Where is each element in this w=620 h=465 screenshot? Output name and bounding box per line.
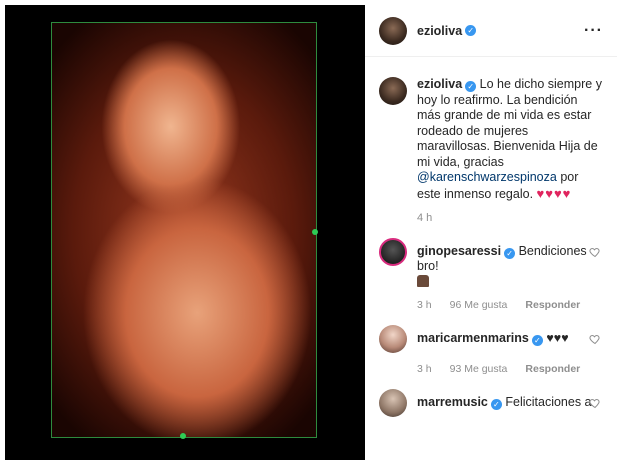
reply-button[interactable]: Responder [525, 363, 580, 375]
comment-body: ginopesaressi ✓ Bendiciones bro! [417, 238, 597, 289]
post-time[interactable]: 4 h [417, 212, 603, 224]
comment: maricarmenmarins ✓ ♥♥♥ [379, 325, 603, 353]
verified-icon: ✓ [490, 399, 502, 410]
reply-button[interactable]: Responder [525, 299, 580, 311]
post-modal: ezioliva ✓ ··· ezioliva ✓ Lo he dicho sie… [5, 5, 617, 460]
caption-text: ezioliva ✓ Lo he dicho siempre y hoy lo r… [417, 77, 603, 202]
comment-username[interactable]: marremusic [417, 395, 488, 409]
praying-hands-emoji [417, 275, 429, 287]
comment-body: maricarmenmarins ✓ ♥♥♥ [417, 325, 597, 346]
more-options-icon[interactable]: ··· [584, 22, 603, 40]
hearts-emoji: ♥♥♥♥ [536, 185, 572, 201]
caption-mention[interactable]: @karenschwarzespinoza [417, 170, 557, 184]
crop-handle-bottom[interactable] [180, 433, 186, 439]
verified-icon: ✓ [465, 25, 477, 36]
post-header: ezioliva ✓ ··· [365, 5, 617, 57]
verified-icon: ✓ [504, 248, 516, 259]
verified-icon: ✓ [465, 81, 477, 92]
avatar[interactable] [379, 77, 407, 105]
comment-time[interactable]: 3 h [417, 363, 432, 375]
post-panel: ezioliva ✓ ··· ezioliva ✓ Lo he dicho sie… [365, 5, 617, 460]
avatar[interactable] [379, 325, 407, 353]
heart-outline-icon[interactable] [589, 246, 601, 258]
comment-body: marremusic ✓ Felicitaciones a [417, 389, 597, 410]
avatar[interactable] [379, 389, 407, 417]
comment-text: ♥♥♥ [546, 331, 569, 345]
caption: ezioliva ✓ Lo he dicho siempre y hoy lo r… [379, 57, 603, 202]
comment-meta: 3 h 96 Me gusta Responder [417, 299, 603, 311]
comment-meta: 3 h 93 Me gusta Responder [417, 363, 603, 375]
comment-text: Felicitaciones a [505, 395, 592, 409]
heart-outline-icon[interactable] [589, 333, 601, 345]
ultrasound-image [51, 22, 317, 438]
comment-likes[interactable]: 93 Me gusta [450, 363, 508, 375]
comment-likes[interactable]: 96 Me gusta [450, 299, 508, 311]
avatar[interactable] [379, 238, 407, 266]
comments-scroll[interactable]: ezioliva ✓ Lo he dicho siempre y hoy lo r… [365, 57, 617, 460]
crop-handle-right[interactable] [312, 229, 318, 235]
header-username[interactable]: ezioliva [417, 24, 462, 38]
verified-icon: ✓ [531, 335, 543, 346]
avatar[interactable] [379, 16, 407, 45]
caption-username[interactable]: ezioliva [417, 77, 462, 91]
comment-time[interactable]: 3 h [417, 299, 432, 311]
comment: marremusic ✓ Felicitaciones a [379, 389, 603, 417]
comment-username[interactable]: maricarmenmarins [417, 331, 529, 345]
heart-outline-icon[interactable] [589, 397, 601, 409]
post-image [5, 5, 365, 460]
comment: ginopesaressi ✓ Bendiciones bro! [379, 238, 603, 289]
comment-username[interactable]: ginopesaressi [417, 244, 501, 258]
